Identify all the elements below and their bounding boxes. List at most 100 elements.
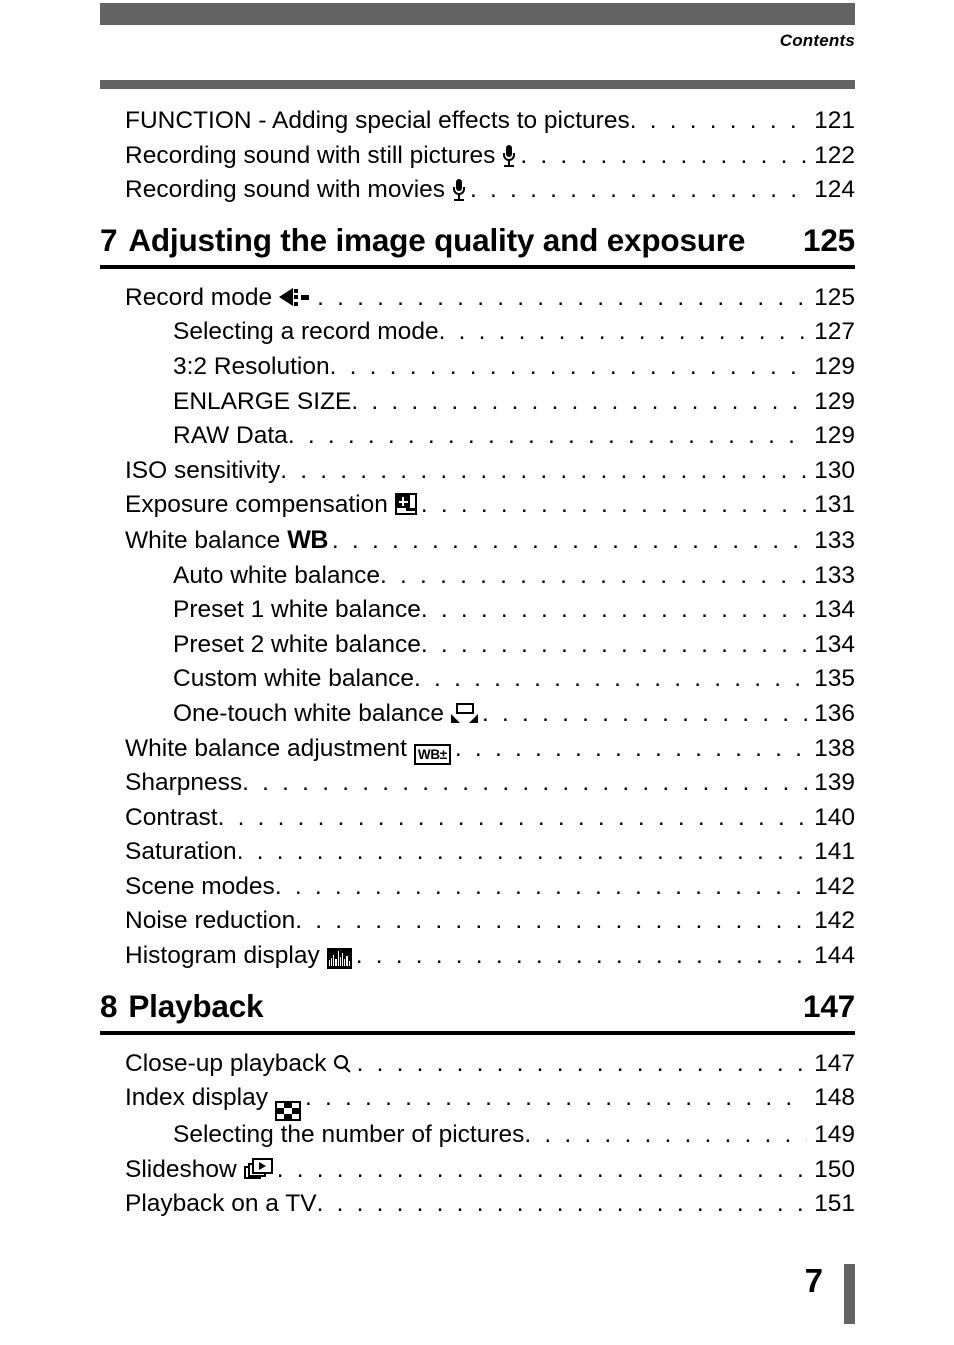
toc-entry-label: Recording sound with still pictures [125, 141, 496, 169]
toc-entry[interactable]: Selecting a record mode. . . . . . . . .… [100, 315, 855, 350]
toc-entry[interactable]: RAW Data. . . . . . . . . . . . . . . . … [100, 419, 855, 454]
dot-leader: . . . . . . . . . . . . . . . . . . . . … [217, 803, 807, 831]
histogram-icon [326, 948, 352, 970]
toc-entry[interactable]: Slideshow . . . . . . . . . . . . . . . .… [100, 1153, 855, 1188]
toc-entry-label: Preset 2 white balance [173, 630, 421, 658]
toc-entry-label: Noise reduction [125, 907, 296, 935]
dot-leader: . . . . . . . . . . . . . . . . . . . . … [420, 630, 807, 658]
dot-leader: . . . . . . . . . . . . . . . . . . . . … [274, 872, 807, 900]
toc-entry-page-number: 133 [814, 561, 855, 589]
toc-entry-page-number: 133 [814, 526, 855, 554]
toc-entry-page-number: 149 [814, 1120, 855, 1148]
toc-entry[interactable]: Record mode . . . . . . . . . . . . . . .… [100, 281, 855, 316]
toc-entry[interactable]: ISO sensitivity. . . . . . . . . . . . .… [100, 454, 855, 489]
exposure-compensation-icon [394, 493, 417, 516]
chapter-rule [100, 1030, 855, 1035]
chapter-title: Adjusting the image quality and exposure [128, 221, 746, 258]
toc-entry-page-number: 127 [814, 318, 855, 346]
toc-entry[interactable]: White balance WB. . . . . . . . . . . . .… [100, 523, 855, 559]
dot-leader: . . . . . . . . . . . . . . . . . . . . … [331, 526, 807, 554]
toc-entry-label: 3:2 Resolution [173, 352, 330, 380]
toc-entry-label: Exposure compensation [125, 491, 388, 519]
toc-entry[interactable]: Recording sound with still pictures . . .… [100, 139, 855, 174]
dot-leader: . . . . . . . . . . . . . . . . . . . . … [520, 141, 807, 169]
toc-entry-label: White balance [125, 526, 281, 554]
toc-entry[interactable]: Histogram display . . . . . . . . . . . .… [100, 939, 855, 974]
toc-entry-label: Selecting the number of pictures [173, 1120, 525, 1148]
toc-entry[interactable]: Preset 1 white balance. . . . . . . . . … [100, 593, 855, 628]
toc-entry-page-number: 136 [814, 699, 855, 727]
chapter-title: Playback [128, 987, 264, 1024]
dot-leader: . . . . . . . . . . . . . . . . . . . . … [420, 596, 807, 624]
table-of-contents: FUNCTION - Adding special effects to pic… [100, 104, 855, 1222]
toc-entry-page-number: 122 [814, 141, 855, 169]
toc-entry-page-number: 141 [814, 838, 855, 866]
page-footer: 7 [100, 1262, 855, 1324]
chapter-number: 7 [100, 221, 118, 258]
toc-entry-label: Custom white balance [173, 665, 415, 693]
toc-entry[interactable]: Recording sound with movies . . . . . . .… [100, 173, 855, 208]
chapter-rule [100, 264, 855, 269]
magnifier-icon [333, 1054, 353, 1074]
dot-leader: . . . . . . . . . . . . . . . . . . . . … [316, 1190, 807, 1218]
footer-accent-bar [844, 1264, 855, 1324]
toc-entry-page-number: 129 [814, 387, 855, 415]
toc-entry[interactable]: Exposure compensation . . . . . . . . . .… [100, 488, 855, 523]
toc-entry-label: Contrast [125, 803, 218, 831]
toc-entry-page-number: 139 [814, 769, 855, 797]
toc-entry[interactable]: Selecting the number of pictures. . . . … [100, 1118, 855, 1153]
toc-entry[interactable]: Playback on a TV. . . . . . . . . . . . … [100, 1187, 855, 1222]
dot-leader: . . . . . . . . . . . . . . . . . . . . … [356, 1049, 807, 1077]
toc-entry[interactable]: FUNCTION - Adding special effects to pic… [100, 104, 855, 139]
dot-leader: . . . . . . . . . . . . . . . . . . . . … [305, 1084, 807, 1112]
toc-entry[interactable]: Custom white balance. . . . . . . . . . … [100, 662, 855, 697]
toc-entry-label: Record mode [125, 283, 273, 311]
chapter-heading[interactable]: 7 Adjusting the image quality and exposur… [100, 222, 855, 259]
toc-entry-page-number: 130 [814, 456, 855, 484]
toc-entry-label: Playback on a TV [125, 1190, 317, 1218]
dot-leader: . . . . . . . . . . . . . . . . . . . . … [420, 491, 807, 519]
toc-entry-page-number: 148 [814, 1084, 855, 1112]
toc-entry-page-number: 138 [814, 734, 855, 762]
toc-entry[interactable]: Saturation. . . . . . . . . . . . . . . … [100, 835, 855, 870]
toc-entry[interactable]: Index display . . . . . . . . . . . . . .… [100, 1081, 855, 1121]
dot-leader: . . . . . . . . . . . . . . . . . . . . … [454, 734, 807, 762]
toc-entry-label: Scene modes [125, 872, 275, 900]
toc-entry[interactable]: White balance adjustment WB±. . . . . . .… [100, 732, 855, 767]
dot-leader: . . . . . . . . . . . . . . . . . . . . … [414, 665, 807, 693]
header-top-bar [100, 3, 855, 25]
toc-entry[interactable]: One-touch white balance . . . . . . . . .… [100, 697, 855, 732]
dot-leader: . . . . . . . . . . . . . . . . . . . . … [276, 1155, 807, 1183]
toc-entry-page-number: 151 [814, 1190, 855, 1218]
toc-entry-page-number: 121 [814, 107, 855, 134]
toc-entry-page-number: 140 [814, 803, 855, 831]
toc-entry-label: Recording sound with movies [125, 176, 446, 204]
toc-entry[interactable]: Preset 2 white balance. . . . . . . . . … [100, 628, 855, 663]
toc-entry-label: Preset 1 white balance [173, 596, 421, 624]
toc-entry-page-number: 134 [814, 630, 855, 658]
chapter-number: 8 [100, 987, 118, 1024]
index-display-icon [275, 1100, 302, 1121]
toc-entry[interactable]: 3:2 Resolution. . . . . . . . . . . . . … [100, 350, 855, 385]
toc-entry[interactable]: Auto white balance. . . . . . . . . . . … [100, 559, 855, 594]
toc-entry[interactable]: Scene modes. . . . . . . . . . . . . . .… [100, 870, 855, 905]
toc-entry[interactable]: Close-up playback . . . . . . . . . . . .… [100, 1047, 855, 1082]
toc-entry[interactable]: Noise reduction. . . . . . . . . . . . .… [100, 904, 855, 939]
toc-entry[interactable]: Contrast. . . . . . . . . . . . . . . . … [100, 801, 855, 836]
chapter-page-number: 125 [803, 221, 855, 258]
chapter-heading[interactable]: 8 Playback 147 [100, 988, 855, 1025]
toc-entry-label: Histogram display [125, 942, 320, 970]
wb-adjustment-icon: WB± [413, 743, 451, 765]
toc-entry-page-number: 131 [814, 491, 855, 519]
slideshow-icon [243, 1157, 273, 1180]
toc-entry[interactable]: ENLARGE SIZE. . . . . . . . . . . . . . … [100, 385, 855, 420]
toc-entry-page-number: 135 [814, 665, 855, 693]
toc-entry[interactable]: Sharpness. . . . . . . . . . . . . . . .… [100, 766, 855, 801]
toc-entry-label: One-touch white balance [173, 699, 445, 727]
toc-entry-page-number: 147 [814, 1049, 855, 1077]
dot-leader: . . . . . . . . . . . . . . . . . . . . … [380, 561, 807, 589]
toc-entry-label: Sharpness [125, 769, 243, 797]
toc-entry-page-number: 144 [814, 942, 855, 970]
chapter-heading-block: 7 Adjusting the image quality and exposur… [100, 222, 855, 269]
dot-leader: . . . . . . . . . . . . . . . . . . . . … [236, 838, 807, 866]
